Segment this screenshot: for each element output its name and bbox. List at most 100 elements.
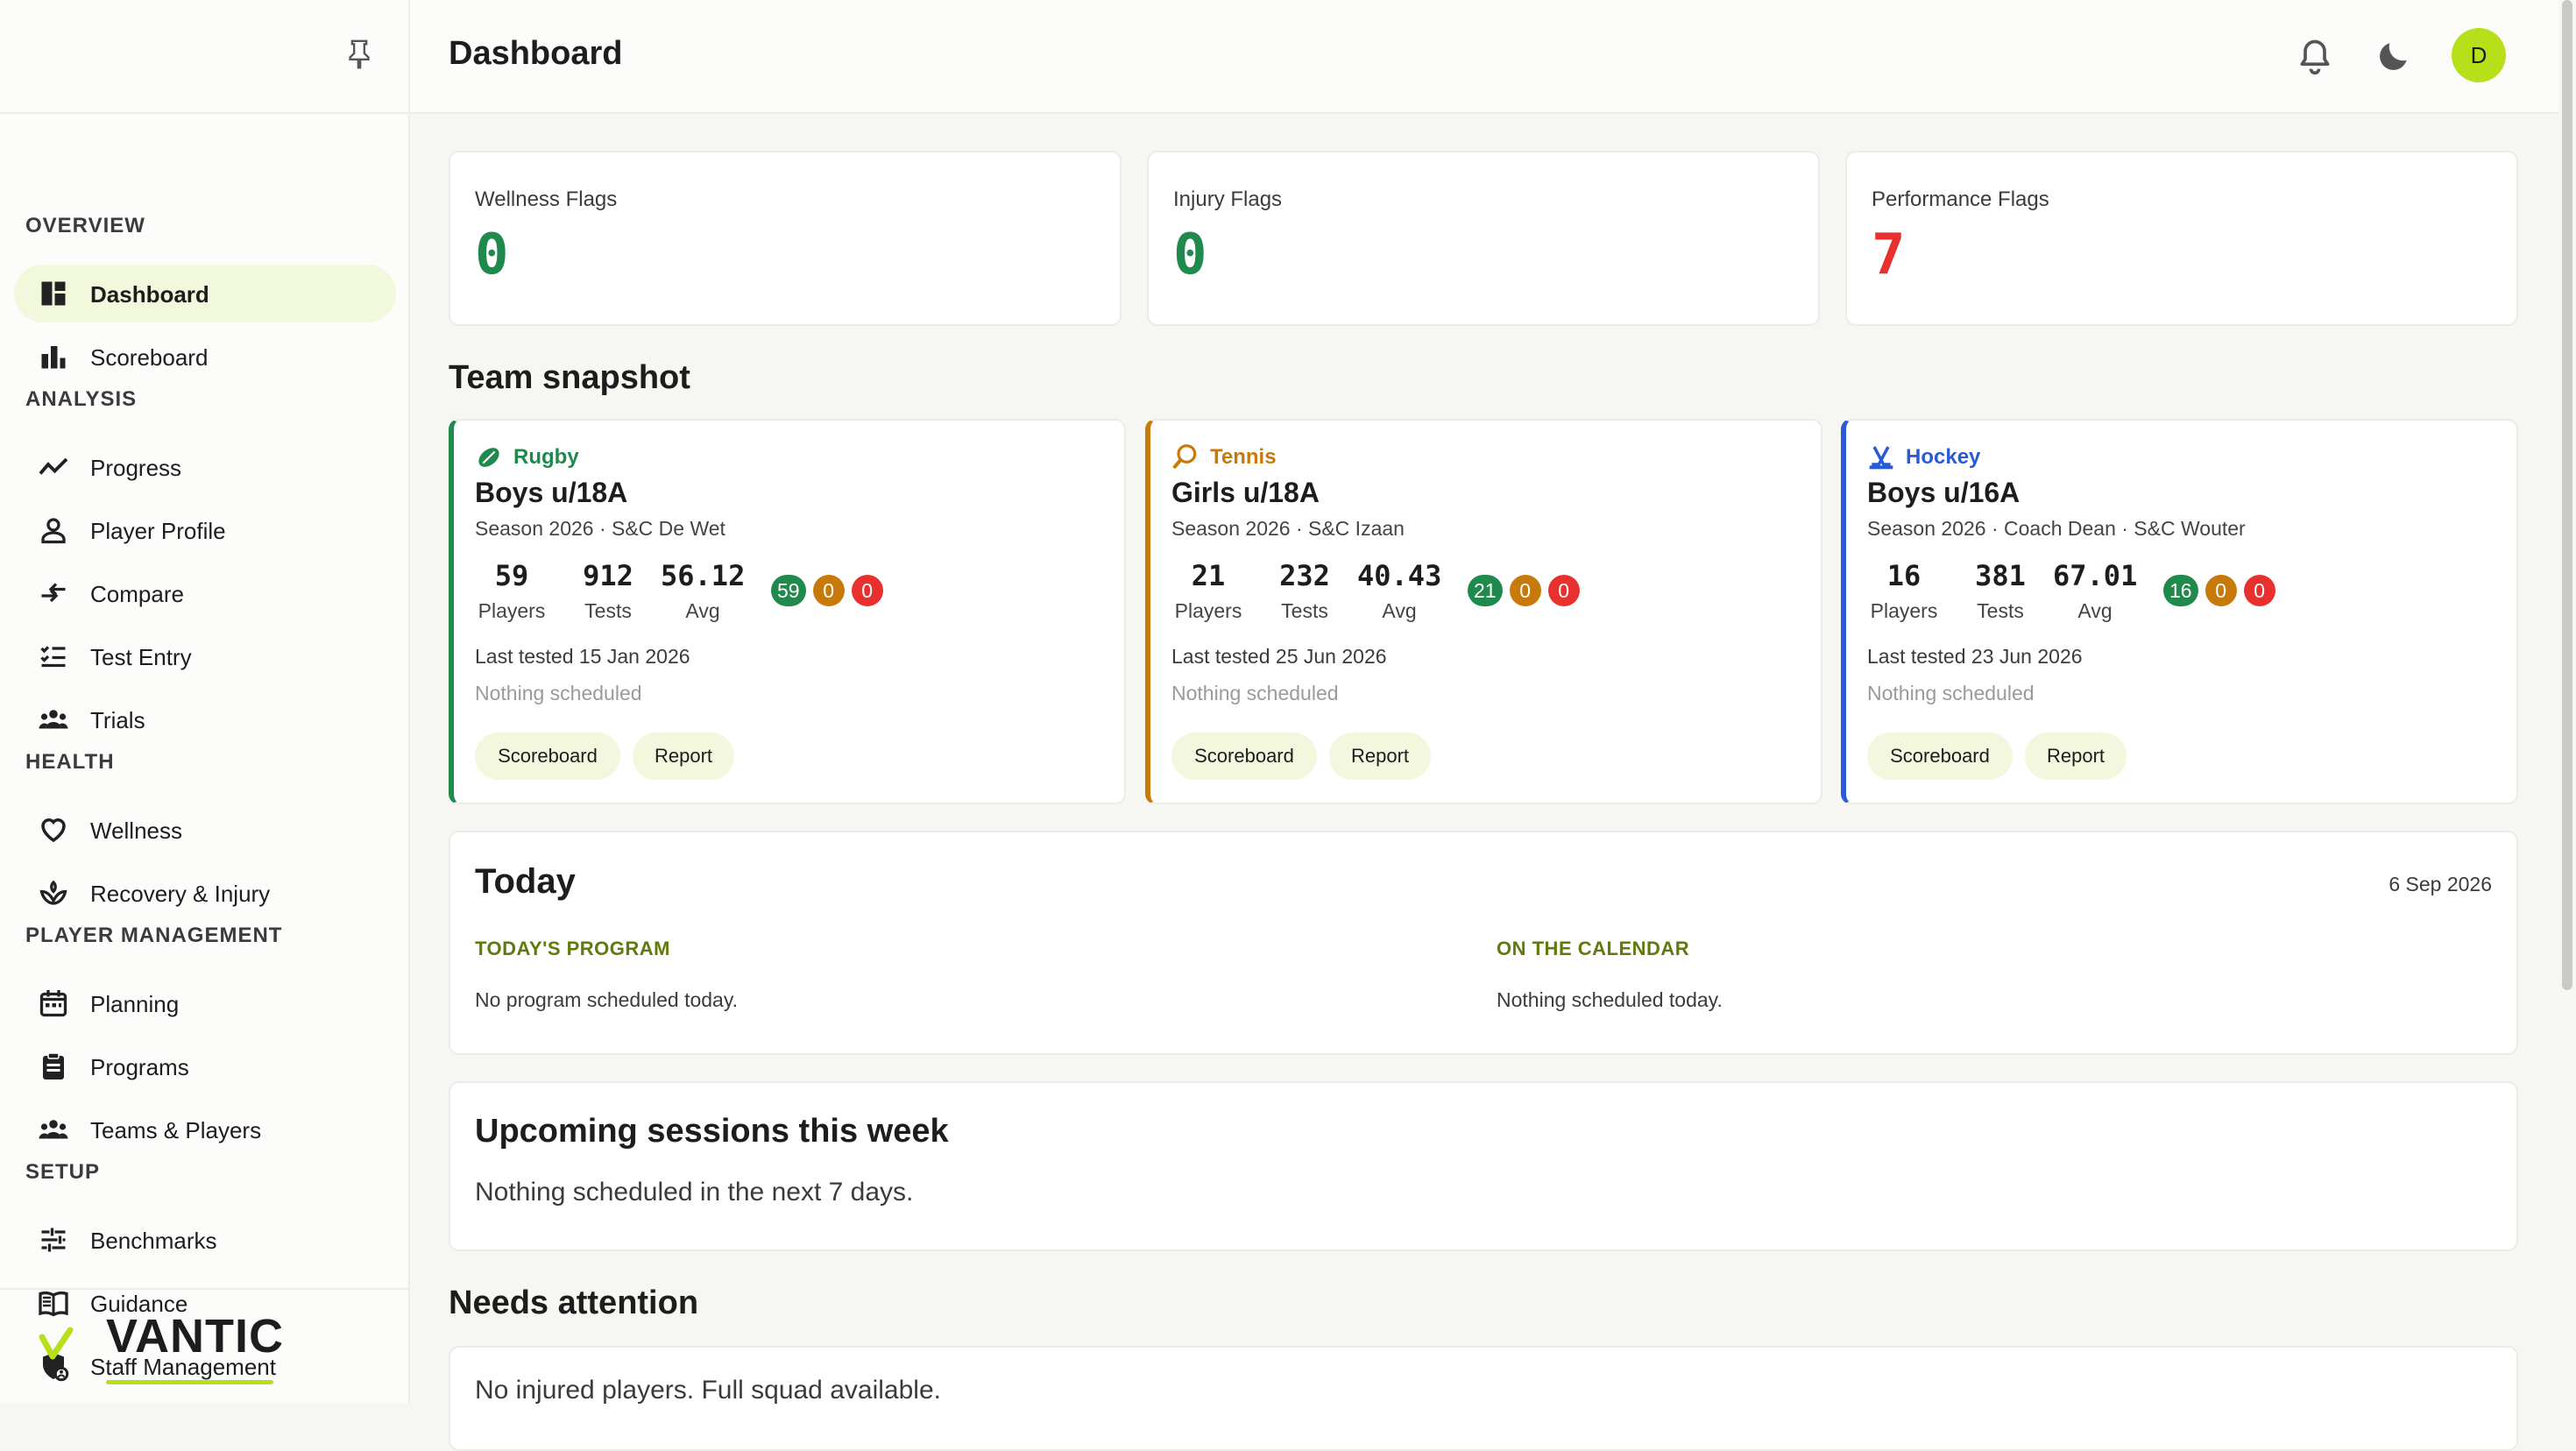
wellness-flags-card: Wellness Flags 0 (449, 151, 1122, 326)
stat-value: 381 (1975, 559, 2026, 592)
stat-value: 40.43 (1357, 559, 1442, 592)
sidebar-item-teams-players[interactable]: Teams & Players (14, 1101, 396, 1158)
nav-section-title: SETUP (25, 1160, 101, 1184)
group-icon (39, 1120, 68, 1139)
flag-label: Wellness Flags (475, 188, 618, 211)
team-stat: 912 Tests (571, 559, 645, 623)
team-subtitle: Season 2026 · Coach Dean · S&C Wouter (1867, 517, 2246, 540)
status-badge: 0 (2204, 575, 2237, 606)
report-button[interactable]: Report (1329, 733, 1431, 780)
scrollbar-thumb[interactable] (2562, 0, 2572, 990)
calendar-text: Nothing scheduled today. (1497, 988, 1723, 1011)
status-badge: 0 (1547, 575, 1580, 606)
stat-caption: Players (1870, 599, 1938, 622)
sport-name: Tennis (1210, 445, 1277, 469)
checklist-icon (40, 646, 66, 668)
sidebar-item-test-entry[interactable]: Test Entry (14, 627, 396, 685)
stat-value: 21 (1191, 559, 1226, 592)
needs-attention-text: No injured players. Full squad available… (475, 1376, 941, 1405)
sport-name: Rugby (513, 445, 579, 469)
schedule-status: Nothing scheduled (1171, 682, 1339, 704)
team-stat: 56.12 Avg (661, 559, 745, 623)
status-badge: 21 (1468, 575, 1503, 606)
scoreboard-button[interactable]: Scoreboard (475, 733, 620, 780)
stat-caption: Players (478, 599, 546, 622)
sidebar-item-benchmarks[interactable]: Benchmarks (14, 1211, 396, 1269)
clipboard-icon (43, 1052, 64, 1079)
team-stat: 21 Players (1171, 559, 1245, 623)
moon-icon[interactable] (2374, 37, 2413, 75)
stat-value: 232 (1279, 559, 1330, 592)
sidebar-item-label: Planning (90, 991, 180, 1017)
sidebar-item-recovery-injury[interactable]: Recovery & Injury (14, 864, 396, 922)
team-name: Boys u/16A (1867, 477, 2020, 508)
stat-value: 16 (1886, 559, 1921, 592)
stat-value: 56.12 (661, 559, 746, 592)
sidebar-item-planning[interactable]: Planning (14, 974, 396, 1032)
status-badge: 59 (771, 575, 806, 606)
compare-arrows-icon (41, 583, 66, 603)
sidebar-item-scoreboard[interactable]: Scoreboard (14, 328, 396, 386)
today-card: Today 6 Sep 2026 TODAY'S PROGRAM No prog… (449, 831, 2518, 1055)
stat-caption: Players (1174, 599, 1242, 622)
sidebar-item-compare[interactable]: Compare (14, 564, 396, 622)
status-badges: 16 0 0 (2163, 575, 2282, 606)
heart-icon (41, 818, 66, 843)
scoreboard-button[interactable]: Scoreboard (1171, 733, 1317, 780)
sidebar-footer: VANTIC (0, 1288, 408, 1405)
stat-caption: Avg (1382, 599, 1417, 622)
today-title: Today (475, 862, 576, 901)
sidebar-item-label: Test Entry (90, 644, 192, 670)
schedule-status: Nothing scheduled (1867, 682, 2035, 704)
sidebar-item-label: Programs (90, 1054, 189, 1080)
stat-caption: Tests (1977, 599, 2024, 622)
sliders-icon (41, 1228, 66, 1252)
sidebar-item-wellness[interactable]: Wellness (14, 801, 396, 859)
status-badges: 21 0 0 (1468, 575, 1587, 606)
sport-label: Rugby (475, 443, 579, 471)
last-tested: Last tested 23 Jun 2026 (1867, 645, 2083, 668)
sidebar-item-label: Teams & Players (90, 1117, 262, 1143)
team-subtitle: Season 2026 · S&C Izaan (1171, 517, 1405, 540)
brand-underline (106, 1380, 273, 1384)
report-button[interactable]: Report (2025, 733, 2127, 780)
upcoming-text: Nothing scheduled in the next 7 days. (475, 1178, 914, 1207)
status-badge: 0 (1509, 575, 1541, 606)
report-button[interactable]: Report (633, 733, 734, 780)
last-tested: Last tested 15 Jan 2026 (475, 645, 690, 668)
today-date: 6 Sep 2026 (2388, 873, 2492, 895)
scoreboard-button[interactable]: Scoreboard (1867, 733, 2013, 780)
calendar-title: ON THE CALENDAR (1497, 938, 1690, 959)
team-stat: 67.01 Avg (2053, 559, 2137, 623)
sidebar-item-trials[interactable]: Trials (14, 690, 396, 748)
sidebar-item-progress[interactable]: Progress (14, 438, 396, 496)
sidebar-item-label: Wellness (90, 818, 183, 844)
pin-icon[interactable] (347, 39, 372, 70)
stat-caption: Tests (1281, 599, 1328, 622)
stat-value: 67.01 (2053, 559, 2138, 592)
team-card: Hockey Boys u/16A Season 2026 · Coach Dean… (1841, 419, 2518, 804)
hockey-icon (1869, 446, 1893, 470)
person-icon (41, 518, 66, 544)
nav-section-title: ANALYSIS (25, 387, 138, 411)
sidebar-item-player-profile[interactable]: Player Profile (14, 501, 396, 559)
status-badge: 0 (851, 575, 883, 606)
sport-name: Hockey (1906, 445, 1981, 469)
recovery-icon (39, 880, 67, 905)
flag-value: 0 (1173, 223, 1207, 287)
status-badge: 0 (2243, 575, 2275, 606)
sidebar-header (0, 0, 408, 114)
last-tested: Last tested 25 Jun 2026 (1171, 645, 1387, 668)
logo-icon (39, 1327, 74, 1360)
sport-label: Hockey (1867, 443, 1980, 471)
sidebar-item-dashboard[interactable]: Dashboard (14, 265, 396, 322)
avatar[interactable]: D (2452, 28, 2506, 82)
rugby-icon (478, 448, 499, 467)
bell-icon[interactable] (2296, 37, 2334, 75)
status-badge: 16 (2163, 575, 2198, 606)
needs-attention-title: Needs attention (449, 1285, 699, 1321)
sidebar-item-label: Benchmarks (90, 1228, 217, 1254)
upcoming-sessions-card: Upcoming sessions this week Nothing sche… (449, 1081, 2518, 1251)
sidebar: OVERVIEW Dashboard Scoreboard ANALYSIS Progr… (0, 0, 410, 1404)
sidebar-item-programs[interactable]: Programs (14, 1037, 396, 1095)
